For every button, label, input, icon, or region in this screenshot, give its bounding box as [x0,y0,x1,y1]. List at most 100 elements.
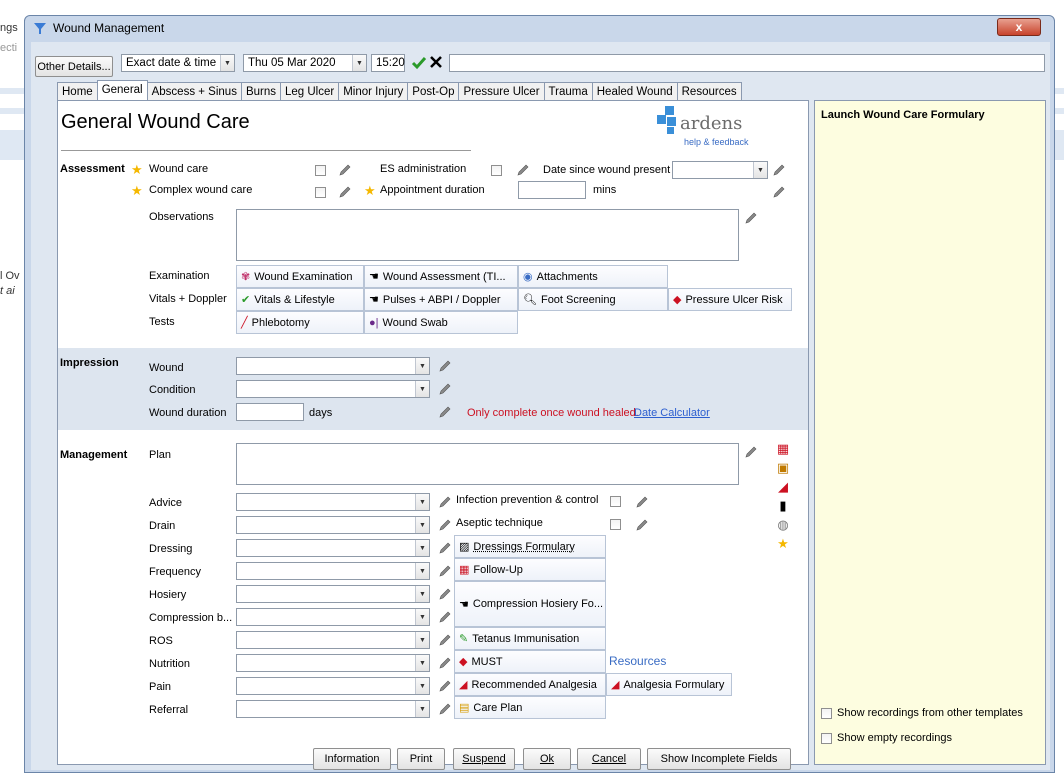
time-input[interactable]: 15:20 [371,54,405,72]
pencil-icon[interactable] [336,161,354,179]
pencil-icon[interactable] [770,161,788,179]
condition-select[interactable]: ▼ [236,380,430,398]
pencil-icon[interactable] [436,608,454,626]
phlebotomy-button[interactable]: ╱ Phlebotomy [236,311,364,334]
pencil-icon[interactable] [742,209,760,227]
check-icon[interactable] [411,55,427,71]
print-button[interactable]: Print [397,748,445,770]
pencil-icon[interactable] [436,516,454,534]
pencil-icon[interactable] [436,403,454,421]
pencil-icon[interactable] [436,585,454,603]
show-other-templates-checkbox[interactable] [821,708,832,719]
show-empty-recordings-checkbox[interactable] [821,733,832,744]
pencil-icon[interactable] [742,443,760,461]
referral-select[interactable]: ▼ [236,700,430,718]
close-button[interactable]: x [997,18,1041,36]
pencil-icon[interactable] [436,380,454,398]
chevron-down-icon[interactable]: ▼ [415,381,429,397]
follow-up-button[interactable]: ▦ Follow-Up [454,558,606,581]
wound-examination-button[interactable]: ✾ Wound Examination [236,265,364,288]
calendar-icon[interactable]: ▦ [777,441,789,457]
vitals-lifestyle-button[interactable]: ✔ Vitals & Lifestyle [236,288,364,311]
information-button[interactable]: Information [313,748,391,770]
show-incomplete-fields-button[interactable]: Show Incomplete Fields [647,748,791,770]
recommended-analgesia-button[interactable]: ◢ Recommended Analgesia [454,673,606,696]
infection-prevention-checkbox[interactable] [610,496,621,507]
date-since-select[interactable]: ▼ [672,161,768,179]
tab-pressure-ulcer[interactable]: Pressure Ulcer [458,82,545,102]
chevron-down-icon[interactable]: ▼ [415,517,429,533]
foot-screening-button[interactable]: 🔍︎ Foot Screening [518,288,668,311]
tab-trauma[interactable]: Trauma [543,82,593,102]
care-plan-button[interactable]: ▤ Care Plan [454,696,606,719]
title-bar[interactable]: Wound Management x [25,16,1054,40]
tab-general[interactable]: General [96,80,148,102]
chevron-down-icon[interactable]: ▼ [415,609,429,625]
pencil-icon[interactable] [436,631,454,649]
free-text-input[interactable] [449,54,1045,72]
clear-icon[interactable] [429,55,443,69]
plan-textarea[interactable] [236,443,739,485]
dressings-formulary-button[interactable]: ▨ Dressings Formulary [454,535,606,558]
pencil-icon[interactable] [770,183,788,201]
pencil-icon[interactable] [436,654,454,672]
frequency-select[interactable]: ▼ [236,562,430,580]
suspend-button[interactable]: Suspend [453,748,515,770]
pencil-icon[interactable] [436,700,454,718]
help-feedback-link[interactable]: help & feedback [684,137,749,147]
date-calculator-link[interactable]: Date Calculator [634,407,710,419]
wound-swab-button[interactable]: ●| Wound Swab [364,311,518,334]
tab-leg-ulcer[interactable]: Leg Ulcer [280,82,340,102]
pill-icon[interactable]: ◢ [778,479,788,495]
chevron-down-icon[interactable]: ▼ [753,162,767,178]
bottle-icon[interactable]: ▮ [779,498,786,514]
tape-icon[interactable]: ◍ [777,517,788,533]
ok-button[interactable]: Ok [523,748,571,770]
tab-abscess-sinus[interactable]: Abscess + Sinus [146,82,242,102]
other-details-button[interactable]: Other Details... [35,56,113,77]
date-mode-select[interactable]: Exact date & time ▼ [121,54,235,72]
chevron-down-icon[interactable]: ▼ [415,540,429,556]
pencil-icon[interactable] [436,677,454,695]
wound-assessment-button[interactable]: ☚ Wound Assessment (TI... [364,265,518,288]
compression-hosiery-button[interactable]: ☚ Compression Hosiery Fo... [454,581,606,627]
chevron-down-icon[interactable]: ▼ [415,632,429,648]
complex-wound-care-checkbox[interactable] [315,187,326,198]
date-select[interactable]: Thu 05 Mar 2020 ▼ [243,54,367,72]
wound-select[interactable]: ▼ [236,357,430,375]
wound-duration-input[interactable] [236,403,304,421]
chevron-down-icon[interactable]: ▼ [352,55,366,71]
chevron-down-icon[interactable]: ▼ [415,586,429,602]
analgesia-formulary-button[interactable]: ◢ Analgesia Formulary [606,673,732,696]
pain-select[interactable]: ▼ [236,677,430,695]
wound-care-checkbox[interactable] [315,165,326,176]
drain-select[interactable]: ▼ [236,516,430,534]
tab-minor-injury[interactable]: Minor Injury [338,82,409,102]
compression-select[interactable]: ▼ [236,608,430,626]
pencil-icon[interactable] [633,516,651,534]
pencil-icon[interactable] [436,493,454,511]
tab-home[interactable]: Home [57,82,98,102]
clipboard-icon[interactable]: ▣ [777,460,789,476]
aseptic-technique-checkbox[interactable] [610,519,621,530]
pencil-icon[interactable] [633,493,651,511]
advice-select[interactable]: ▼ [236,493,430,511]
dressing-select[interactable]: ▼ [236,539,430,557]
pressure-ulcer-risk-button[interactable]: ◆ Pressure Ulcer Risk [668,288,792,311]
pencil-icon[interactable] [336,183,354,201]
tab-post-op[interactable]: Post-Op [407,82,460,102]
chevron-down-icon[interactable]: ▼ [415,655,429,671]
star-icon[interactable]: ★ [777,536,789,552]
tab-healed-wound[interactable]: Healed Wound [591,82,678,102]
chevron-down-icon[interactable]: ▼ [415,358,429,374]
brand-name[interactable]: ardens [680,113,742,134]
pencil-icon[interactable] [436,539,454,557]
nutrition-select[interactable]: ▼ [236,654,430,672]
chevron-down-icon[interactable]: ▼ [220,55,234,71]
chevron-down-icon[interactable]: ▼ [415,678,429,694]
pencil-icon[interactable] [514,161,532,179]
hosiery-select[interactable]: ▼ [236,585,430,603]
tetanus-immunisation-button[interactable]: ✎ Tetanus Immunisation [454,627,606,650]
tab-burns[interactable]: Burns [240,82,281,102]
attachments-button[interactable]: ◉ Attachments [518,265,668,288]
